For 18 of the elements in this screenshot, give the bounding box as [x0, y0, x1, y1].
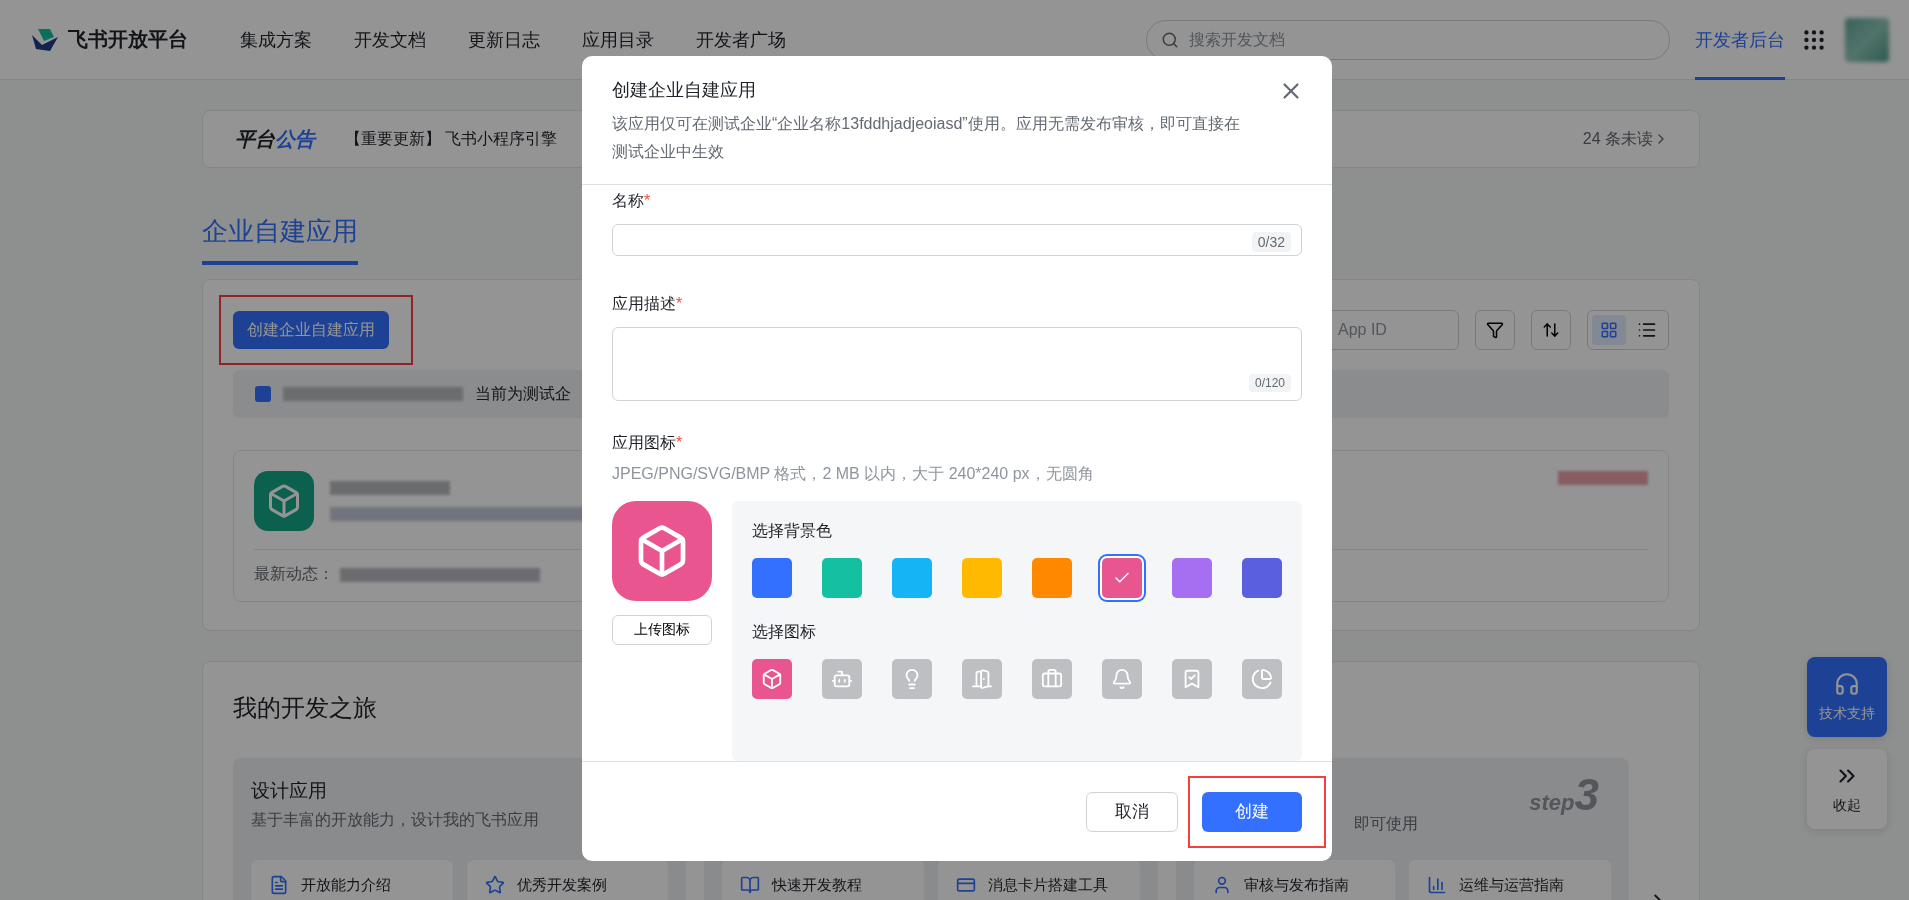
- character-counter: 0/120: [1248, 374, 1291, 392]
- field-label: 应用描述*: [612, 293, 684, 314]
- latest-activity-label: 最新动态：: [254, 564, 334, 584]
- field-label: 应用图标*: [612, 433, 684, 453]
- step-title: 设计应用: [251, 779, 328, 803]
- step-description: 即可使用: [1353, 814, 1418, 834]
- dialog-description: 该应用仅可在测试企业“企业名称13fddhjadjeoiasd”使用。应用无需发布审核，即可直接在测试企业中生效: [612, 114, 1241, 162]
- color-picker-title: 选择背景色: [752, 521, 833, 541]
- character-counter: 0/32: [1251, 232, 1291, 252]
- dialog-title: 创建企业自建应用: [612, 79, 756, 102]
- logo-text: 飞书开放平台: [68, 27, 188, 52]
- icon-hint: JPEG/PNG/SVG/BMP 格式，2 MB 以内，大于 240*240 px，无圆角: [612, 464, 1095, 484]
- icon-picker-title: 选择图标: [752, 622, 817, 642]
- journey-title: 我的开发之旅: [233, 693, 377, 723]
- field-label: 名称*: [612, 191, 652, 211]
- notice-text: 当前为测试企: [475, 383, 571, 404]
- step-description: 基于丰富的开放能力，设计我的飞书应用: [251, 810, 539, 830]
- announcement-title: 平台公告: [235, 126, 315, 152]
